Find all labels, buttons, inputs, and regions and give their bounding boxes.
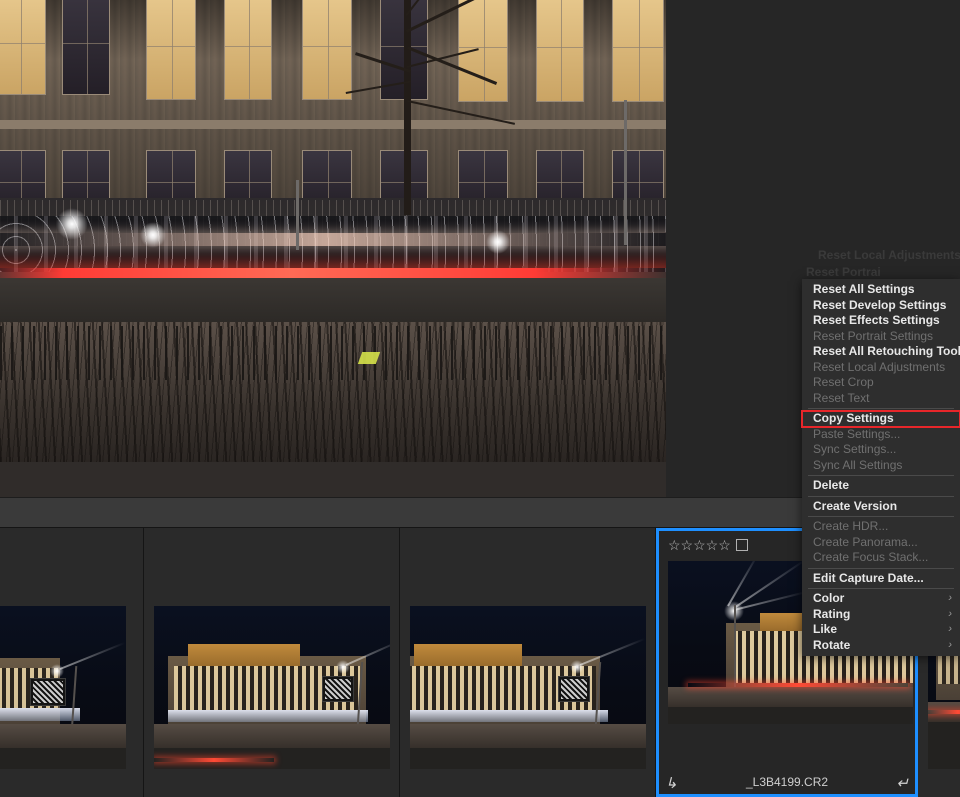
photo-lamp-pole <box>624 100 627 245</box>
photo-window <box>146 0 196 100</box>
photo-window <box>224 0 272 100</box>
menu-item-label: Rating <box>813 606 851 621</box>
menu-item-label: Reset Crop <box>813 375 874 389</box>
menu-item-color[interactable]: Color › <box>802 591 960 607</box>
thumbnail-image <box>410 606 646 769</box>
photo-window <box>62 0 110 95</box>
color-label-swatch[interactable] <box>735 539 748 551</box>
menu-separator <box>808 588 954 589</box>
photo-light-flare <box>486 230 510 254</box>
thumbnail-image <box>0 606 126 769</box>
menu-separator <box>808 475 954 476</box>
menu-item-like[interactable]: Like › <box>802 622 960 638</box>
photo-foreground-road <box>0 462 666 497</box>
photo-light-flare <box>56 208 88 240</box>
photo-window <box>302 0 352 100</box>
menu-item-label: Reset Local Adjustments <box>813 359 946 374</box>
menu-item-label: Reset All Retouching Tools <box>813 344 960 358</box>
photo-window <box>0 0 46 95</box>
menu-item-reset-text: Reset Text <box>802 391 960 407</box>
menu-item-label: Paste Settings... <box>813 426 901 441</box>
menu-item-create-focus-stack: Create Focus Stack... <box>802 550 960 566</box>
menu-item-label: Reset Effects Settings <box>813 313 940 327</box>
chevron-right-icon: › <box>948 623 952 635</box>
main-photo[interactable] <box>0 0 666 497</box>
menu-item-label: Edit Capture Date... <box>813 570 924 585</box>
menu-item-reset-crop: Reset Crop <box>802 375 960 391</box>
star-icon[interactable]: ☆☆☆☆☆ <box>668 538 731 552</box>
menu-item-label: Reset Develop Settings <box>813 297 947 312</box>
menu-item-copy-settings[interactable]: Copy Settings <box>801 410 960 428</box>
photo-lamp-pole <box>296 180 299 250</box>
menu-separator <box>808 408 954 409</box>
ghost-artifact-text: Reset Local Adjustments <box>818 248 960 262</box>
menu-item-label: Reset Portrait Settings <box>813 328 934 343</box>
rotate-right-icon[interactable]: ↵ <box>896 776 909 791</box>
menu-item-rating[interactable]: Rating › <box>802 607 960 623</box>
menu-item-reset-all-retouching-tools[interactable]: Reset All Retouching Tools <box>802 344 960 360</box>
photo-ledge <box>0 120 666 129</box>
chevron-right-icon: › <box>948 607 952 620</box>
photo-railing <box>0 326 666 380</box>
menu-item-sync-settings: Sync Settings... <box>802 442 960 458</box>
thumbnail-image <box>154 606 390 769</box>
menu-item-reset-local-adjustments: Reset Local Adjustments <box>802 360 960 376</box>
menu-item-label: Rotate <box>813 637 851 652</box>
chevron-right-icon: › <box>948 638 952 651</box>
photo-road <box>0 278 666 324</box>
menu-separator <box>808 567 954 569</box>
list-item[interactable] <box>144 528 400 797</box>
menu-item-label: Sync All Settings <box>813 457 903 472</box>
menu-item-sync-all-settings: Sync All Settings <box>802 458 960 474</box>
menu-item-rotate[interactable]: Rotate › <box>802 638 960 654</box>
list-item[interactable] <box>0 528 144 797</box>
menu-item-label: Sync Settings... <box>813 442 897 456</box>
menu-item-create-version[interactable]: Create Version <box>802 499 960 515</box>
photo-light-trail <box>0 233 666 246</box>
menu-item-label: Color <box>813 591 845 605</box>
chevron-right-icon: › <box>948 592 952 604</box>
rating-stars[interactable]: ☆☆☆☆☆ <box>668 538 748 552</box>
menu-item-reset-effects-settings[interactable]: Reset Effects Settings <box>802 313 960 329</box>
menu-item-label: Create Panorama... <box>813 534 918 549</box>
context-menu[interactable]: Reset All Settings Reset Develop Settings… <box>801 279 960 656</box>
menu-item-label: Like <box>813 622 838 636</box>
menu-item-paste-settings: Paste Settings... <box>802 427 960 443</box>
menu-item-edit-capture-date[interactable]: Edit Capture Date... <box>802 571 960 587</box>
menu-item-reset-portrait-settings: Reset Portrait Settings <box>802 329 960 345</box>
photo-window <box>536 0 584 102</box>
menu-item-label: Create Version <box>813 498 898 513</box>
menu-item-label: Reset All Settings <box>813 282 915 296</box>
menu-item-reset-all-settings[interactable]: Reset All Settings <box>802 282 960 298</box>
ghost-artifact-text: Reset Portrai <box>806 265 881 279</box>
menu-item-label: Create HDR... <box>813 519 889 533</box>
menu-item-label: Reset Text <box>813 390 870 405</box>
list-item[interactable] <box>400 528 656 797</box>
menu-item-label: Copy Settings <box>813 411 894 425</box>
photo-light-flare <box>140 222 166 248</box>
menu-item-label: Delete <box>813 478 850 492</box>
photo-window <box>612 0 664 102</box>
menu-item-create-panorama: Create Panorama... <box>802 535 960 551</box>
menu-item-create-hdr: Create HDR... <box>802 519 960 535</box>
menu-separator <box>808 516 954 517</box>
menu-item-label: Create Focus Stack... <box>813 550 929 564</box>
menu-item-reset-develop-settings[interactable]: Reset Develop Settings <box>802 298 960 314</box>
menu-item-delete[interactable]: Delete <box>802 478 960 494</box>
thumbnail-filename: _L3B4199.CR2 <box>745 775 829 789</box>
menu-separator <box>808 495 954 497</box>
